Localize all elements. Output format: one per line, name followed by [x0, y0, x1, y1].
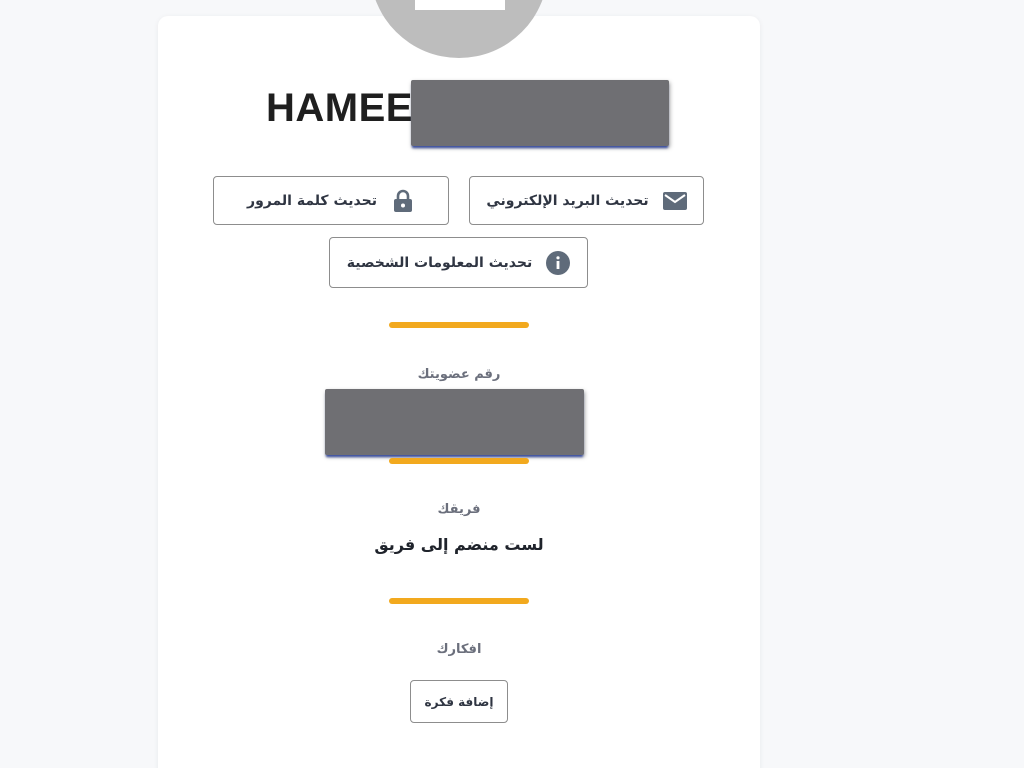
avatar-silhouette-icon [415, 0, 505, 10]
info-icon [546, 250, 571, 275]
section-divider [389, 322, 529, 328]
ideas-label: افكارك [436, 642, 482, 657]
profile-page: HAMEE تحديث البريد الإلكتروني تحديث كلمة… [0, 0, 1024, 768]
lock-icon [391, 189, 415, 213]
section-divider [389, 458, 529, 464]
update-personal-info-button[interactable]: تحديث المعلومات الشخصية [329, 237, 588, 288]
update-email-label: تحديث البريد الإلكتروني [486, 192, 649, 209]
update-personal-info-label: تحديث المعلومات الشخصية [346, 254, 533, 271]
section-divider [389, 598, 529, 604]
update-email-button[interactable]: تحديث البريد الإلكتروني [469, 176, 704, 225]
mail-icon [662, 189, 687, 213]
add-idea-label: إضافة فكرة [424, 694, 494, 709]
add-idea-button[interactable]: إضافة فكرة [410, 680, 508, 723]
update-password-button[interactable]: تحديث كلمة المرور [213, 176, 449, 225]
membership-number-label: رقم عضويتك [417, 367, 501, 382]
team-label: فريقك [437, 502, 481, 517]
name-redaction [411, 80, 669, 146]
user-name: HAMEE [266, 86, 413, 130]
membership-number-redaction [325, 389, 584, 455]
update-password-label: تحديث كلمة المرور [247, 192, 377, 209]
team-value: لست منضم إلى فريق [374, 535, 544, 554]
